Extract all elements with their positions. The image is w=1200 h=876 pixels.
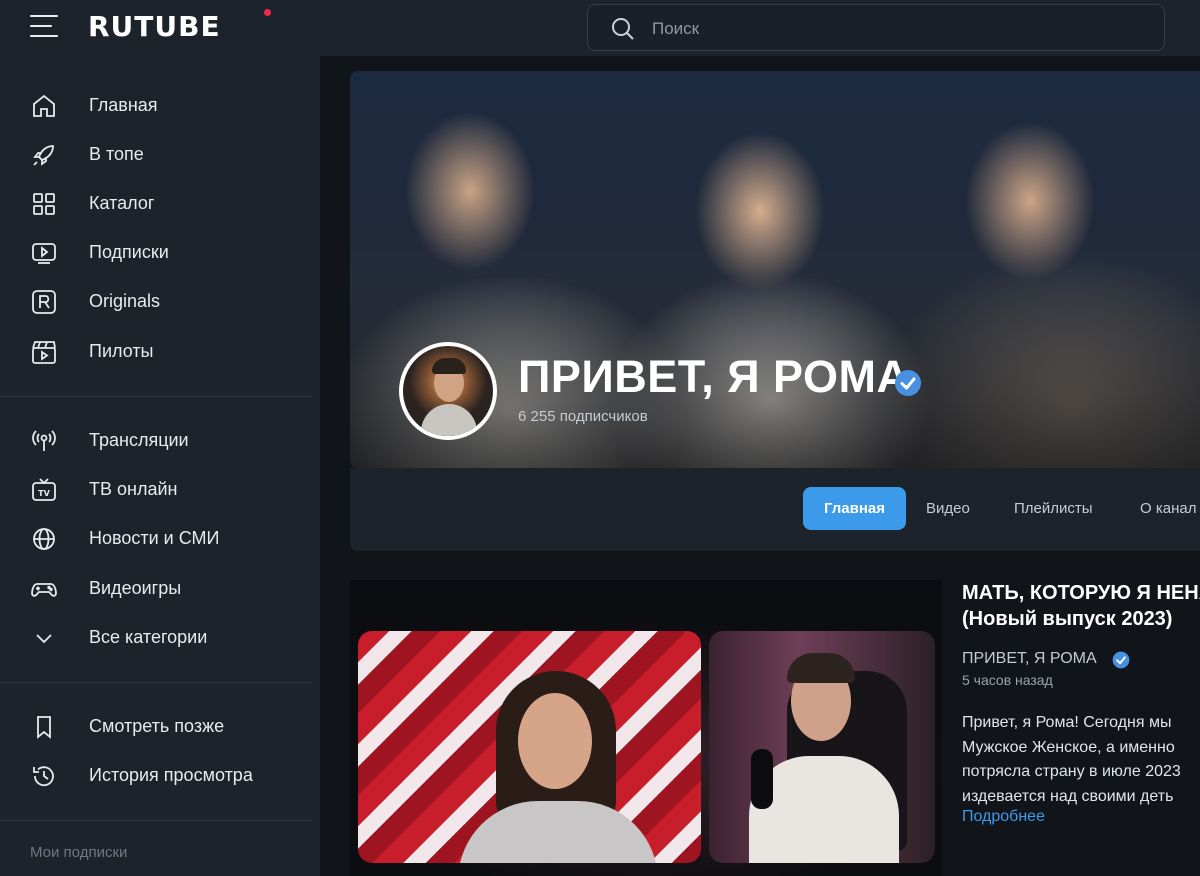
read-more-link[interactable]: Подробнее bbox=[962, 808, 1045, 826]
sidebar-item-label: Видеоигры bbox=[89, 578, 182, 598]
sidebar-divider bbox=[0, 682, 312, 683]
avatar-hair bbox=[432, 358, 466, 374]
sidebar-item-broadcasts[interactable]: Трансляции bbox=[0, 418, 320, 464]
sidebar-item-label: Originals bbox=[89, 291, 161, 311]
logo-dot bbox=[264, 9, 271, 16]
sidebar-item-label: Смотреть позже bbox=[89, 716, 225, 736]
video-thumbnail-left bbox=[358, 631, 701, 863]
sidebar-item-label: Трансляции bbox=[89, 430, 189, 450]
verified-icon bbox=[895, 370, 921, 396]
sidebar-item-subscriptions[interactable]: Подписки bbox=[0, 230, 320, 276]
description-line: Мужское Женское, а именно bbox=[962, 738, 1175, 756]
video-thumbnail-right bbox=[709, 631, 935, 863]
sidebar-item-videogames[interactable]: Видеоигры bbox=[0, 566, 320, 612]
featured-video-player[interactable] bbox=[350, 580, 942, 876]
originals-icon bbox=[32, 290, 56, 314]
featured-video-time: 5 часов назад bbox=[962, 672, 1053, 688]
title-line: МАТЬ, КОТОРУЮ Я НЕНА bbox=[962, 582, 1200, 604]
sidebar-item-news[interactable]: Новости и СМИ bbox=[0, 516, 320, 562]
sidebar-item-label: Все категории bbox=[89, 627, 208, 647]
avatar-body bbox=[421, 404, 477, 436]
search-icon bbox=[612, 18, 634, 40]
rocket-icon bbox=[33, 145, 54, 166]
sidebar-item-label: Новости и СМИ bbox=[89, 528, 220, 548]
sidebar-item-label: История просмотра bbox=[89, 765, 253, 785]
sidebar-item-label: Каталог bbox=[89, 193, 155, 213]
microphone bbox=[751, 749, 773, 809]
subscriber-count: 6 255 подписчиков bbox=[518, 408, 648, 425]
chevron-down-icon bbox=[36, 634, 52, 644]
woman-face bbox=[518, 693, 592, 789]
sidebar-item-label: Подписки bbox=[89, 242, 169, 262]
verified-icon bbox=[1112, 651, 1130, 669]
top-header: RUTUBE bbox=[0, 0, 1200, 56]
sidebar-item-home[interactable]: Главная bbox=[0, 83, 320, 129]
sidebar-divider bbox=[0, 820, 312, 821]
channel-tabs: Главная Видео Плейлисты О канал bbox=[350, 468, 1200, 551]
sidebar-item-label: ТВ онлайн bbox=[89, 479, 178, 499]
channel-avatar[interactable] bbox=[399, 342, 497, 440]
sidebar-item-label: Пилоты bbox=[89, 341, 154, 361]
sidebar: Главная В топе Каталог Подписки Original… bbox=[0, 56, 320, 876]
sidebar-item-originals[interactable]: Originals bbox=[0, 279, 320, 325]
svg-text:TV: TV bbox=[38, 489, 50, 498]
sidebar-item-tv-online[interactable]: TV ТВ онлайн bbox=[0, 467, 320, 513]
main-content: ПРИВЕТ, Я РОМА 6 255 подписчиков Главная… bbox=[320, 56, 1200, 876]
sidebar-item-watch-later[interactable]: Смотреть позже bbox=[0, 704, 320, 750]
sidebar-item-all-categories[interactable]: Все категории bbox=[0, 615, 320, 661]
sidebar-item-label: В топе bbox=[89, 144, 144, 164]
clapperboard-icon bbox=[32, 341, 56, 364]
tab-about[interactable]: О канал bbox=[1140, 487, 1196, 530]
featured-video-title[interactable]: МАТЬ, КОТОРУЮ Я НЕНА (Новый выпуск 2023) bbox=[962, 580, 1200, 632]
man-hair bbox=[787, 653, 855, 683]
home-icon bbox=[33, 94, 55, 117]
tab-home[interactable]: Главная bbox=[803, 487, 907, 530]
featured-video-channel[interactable]: ПРИВЕТ, Я РОМА bbox=[962, 650, 1097, 668]
sidebar-item-label: Главная bbox=[89, 95, 158, 115]
channel-banner: ПРИВЕТ, Я РОМА 6 255 подписчиков bbox=[350, 71, 1200, 468]
tv-icon: TV bbox=[32, 478, 56, 501]
grid-icon bbox=[33, 193, 55, 215]
sidebar-item-top[interactable]: В топе bbox=[0, 132, 320, 178]
history-icon bbox=[33, 766, 54, 787]
tab-playlists[interactable]: Плейлисты bbox=[1014, 487, 1093, 530]
title-line: (Новый выпуск 2023) bbox=[962, 608, 1173, 630]
description-line: потрясла страну в июле 2023 bbox=[962, 763, 1181, 780]
search-input[interactable] bbox=[652, 16, 1132, 42]
sidebar-item-catalog[interactable]: Каталог bbox=[0, 181, 320, 227]
rutube-logo[interactable]: RUTUBE bbox=[88, 10, 221, 43]
globe-icon bbox=[33, 528, 55, 550]
my-subscriptions-heading: Мои подписки bbox=[30, 844, 128, 861]
subscriptions-icon bbox=[32, 243, 56, 264]
tab-videos[interactable]: Видео bbox=[926, 487, 970, 530]
sidebar-item-pilots[interactable]: Пилоты bbox=[0, 329, 320, 375]
search-box[interactable] bbox=[587, 4, 1165, 51]
woman-body bbox=[458, 801, 658, 863]
featured-video-description: Привет, я Рома! Сегодня мы Мужское Женск… bbox=[962, 711, 1181, 809]
description-line: издевается над своими деть bbox=[962, 787, 1174, 805]
menu-icon[interactable] bbox=[30, 15, 58, 41]
sidebar-item-history[interactable]: История просмотра bbox=[0, 753, 320, 799]
sidebar-divider bbox=[0, 396, 312, 397]
channel-title: ПРИВЕТ, Я РОМА bbox=[518, 351, 910, 402]
bookmark-icon bbox=[37, 716, 51, 739]
broadcast-icon bbox=[32, 430, 56, 451]
description-line: Привет, я Рома! Сегодня мы bbox=[962, 714, 1172, 731]
gamepad-icon bbox=[31, 583, 57, 597]
